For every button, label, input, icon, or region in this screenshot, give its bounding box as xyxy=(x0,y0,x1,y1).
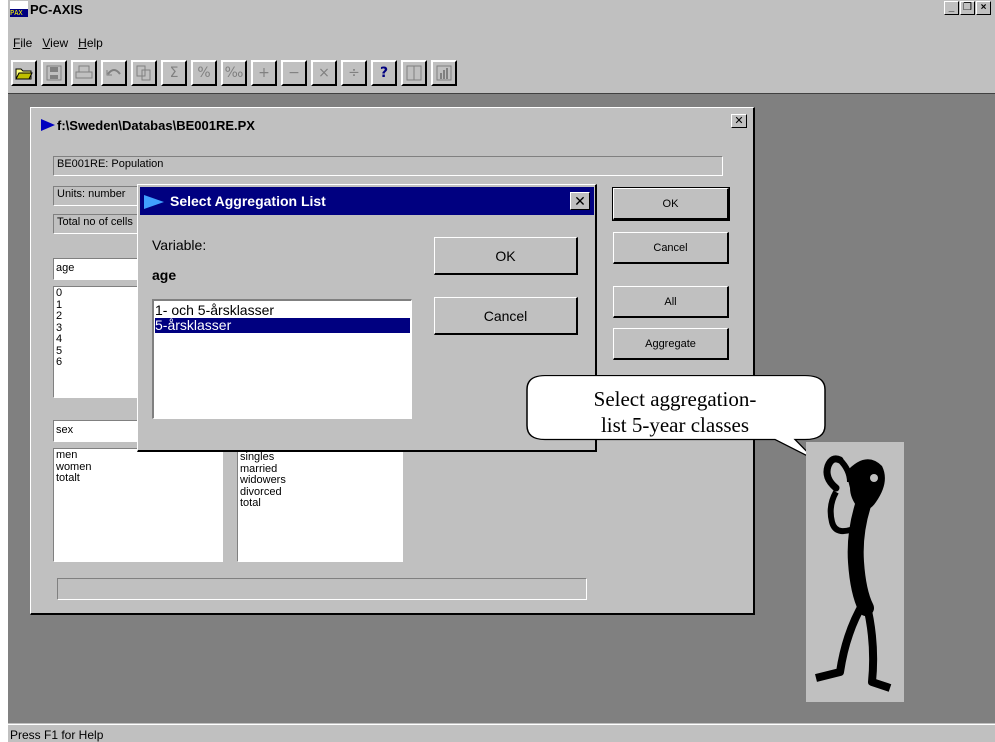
pcaxis-arrow-icon xyxy=(41,119,55,131)
list-item[interactable]: 1- och 5-årsklasser xyxy=(155,303,410,318)
aggregation-list[interactable]: 1- och 5-årsklasser 5-årsklasser xyxy=(152,299,412,419)
menu-file[interactable]: File xyxy=(8,36,37,54)
variable-value: age xyxy=(152,267,177,283)
table-window-close-icon[interactable]: ✕ xyxy=(731,114,747,128)
thinking-figure-icon xyxy=(806,442,904,702)
dialog-title: Select Aggregation List xyxy=(170,193,326,209)
help-glyph: ? xyxy=(379,65,389,81)
dialog-close-icon[interactable]: ✕ xyxy=(570,192,590,210)
divide-glyph: ÷ xyxy=(348,65,360,81)
list-item[interactable]: total xyxy=(240,497,400,510)
list-item[interactable]: widowers xyxy=(240,474,400,487)
menu-bar: File View Help xyxy=(8,36,108,54)
all-button[interactable]: All xyxy=(613,286,729,318)
menu-help[interactable]: Help xyxy=(73,36,108,54)
menu-file-label: File xyxy=(13,36,33,50)
add-glyph: + xyxy=(258,65,270,81)
table-title-field: BE001RE: Population xyxy=(53,156,723,176)
subtract-icon[interactable]: − xyxy=(281,60,307,86)
dialog-ok-button[interactable]: OK xyxy=(434,237,578,275)
total-cells-field: Total no of cells xyxy=(53,214,143,234)
variable-sex-header[interactable]: sex xyxy=(53,420,143,442)
ok-button[interactable]: OK xyxy=(612,187,730,221)
restore-button[interactable]: ❒ xyxy=(960,1,975,15)
chart-icon[interactable] xyxy=(431,60,457,86)
copy-icon[interactable] xyxy=(131,60,157,86)
menu-help-label: Help xyxy=(78,36,103,50)
app-title: PC-AXIS xyxy=(30,2,83,17)
list-item[interactable]: 1 xyxy=(56,299,140,312)
multiply-glyph: × xyxy=(318,65,330,81)
window-controls: _ ❒ × xyxy=(943,1,991,15)
columns-icon[interactable] xyxy=(401,60,427,86)
divide-icon[interactable]: ÷ xyxy=(341,60,367,86)
toolbar: Σ % ‰ + − × ÷ ? xyxy=(11,60,461,90)
open-icon[interactable] xyxy=(11,60,37,86)
list-item[interactable]: 0 xyxy=(56,287,140,300)
close-button[interactable]: × xyxy=(976,1,991,15)
undo-icon[interactable] xyxy=(101,60,127,86)
percent-glyph: % xyxy=(197,65,211,81)
sum-glyph: Σ xyxy=(169,65,179,81)
pcaxis-arrow-icon xyxy=(144,195,164,209)
menu-view[interactable]: View xyxy=(37,36,73,54)
callout-text: Select aggregation- list 5-year classes xyxy=(525,386,825,438)
app-title-bar: PAX PC-AXIS _ ❒ × xyxy=(8,0,995,18)
units-field: Units: number xyxy=(53,186,143,206)
dialog-cancel-button[interactable]: Cancel xyxy=(434,297,578,335)
variable-sex-list[interactable]: men women totalt xyxy=(53,448,223,562)
variable-marital-list[interactable]: singles married widowers divorced total xyxy=(237,448,403,562)
pcaxis-logo-icon: PAX xyxy=(10,1,28,17)
callout-line-2: list 5-year classes xyxy=(600,413,750,437)
callout-line-1: Select aggregation- xyxy=(593,387,757,411)
list-item-selected[interactable]: 5-årsklasser xyxy=(154,317,411,334)
cancel-button[interactable]: Cancel xyxy=(613,232,729,264)
permille-icon[interactable]: ‰ xyxy=(221,60,247,86)
status-bar: Press F1 for Help xyxy=(8,724,995,742)
variable-label: Variable: xyxy=(152,237,207,253)
list-item[interactable]: 4 xyxy=(56,333,140,346)
status-text: Press F1 for Help xyxy=(10,728,104,742)
table-window-path: f:\Sweden\Databas\BE001RE.PX xyxy=(57,118,255,133)
list-item[interactable]: 6 xyxy=(56,356,140,369)
list-item[interactable]: singles xyxy=(240,451,400,464)
list-item[interactable]: 3 xyxy=(56,322,140,335)
permille-glyph: ‰ xyxy=(224,65,244,81)
variable-age-header[interactable]: age xyxy=(53,258,143,280)
multiply-icon[interactable]: × xyxy=(311,60,337,86)
print-icon[interactable] xyxy=(71,60,97,86)
variable-age-list[interactable]: 0 1 2 3 4 5 6 xyxy=(53,286,143,398)
save-icon[interactable] xyxy=(41,60,67,86)
percent-icon[interactable]: % xyxy=(191,60,217,86)
list-item[interactable]: divorced xyxy=(240,486,400,499)
menu-view-label: View xyxy=(42,36,69,50)
add-icon[interactable]: + xyxy=(251,60,277,86)
message-field xyxy=(57,578,587,600)
help-icon[interactable]: ? xyxy=(371,60,397,86)
sum-icon[interactable]: Σ xyxy=(161,60,187,86)
list-item[interactable]: totalt xyxy=(56,472,220,485)
list-item[interactable]: 5 xyxy=(56,345,140,358)
list-item[interactable]: 2 xyxy=(56,310,140,323)
minimize-button[interactable]: _ xyxy=(944,1,959,15)
aggregate-button[interactable]: Aggregate xyxy=(613,328,729,360)
table-window-title: f:\Sweden\Databas\BE001RE.PX xyxy=(41,118,255,133)
list-item[interactable]: women xyxy=(56,461,220,474)
dialog-title-bar: Select Aggregation List ✕ xyxy=(140,187,594,215)
instruction-callout: Select aggregation- list 5-year classes xyxy=(525,374,840,462)
subtract-glyph: − xyxy=(288,65,300,81)
